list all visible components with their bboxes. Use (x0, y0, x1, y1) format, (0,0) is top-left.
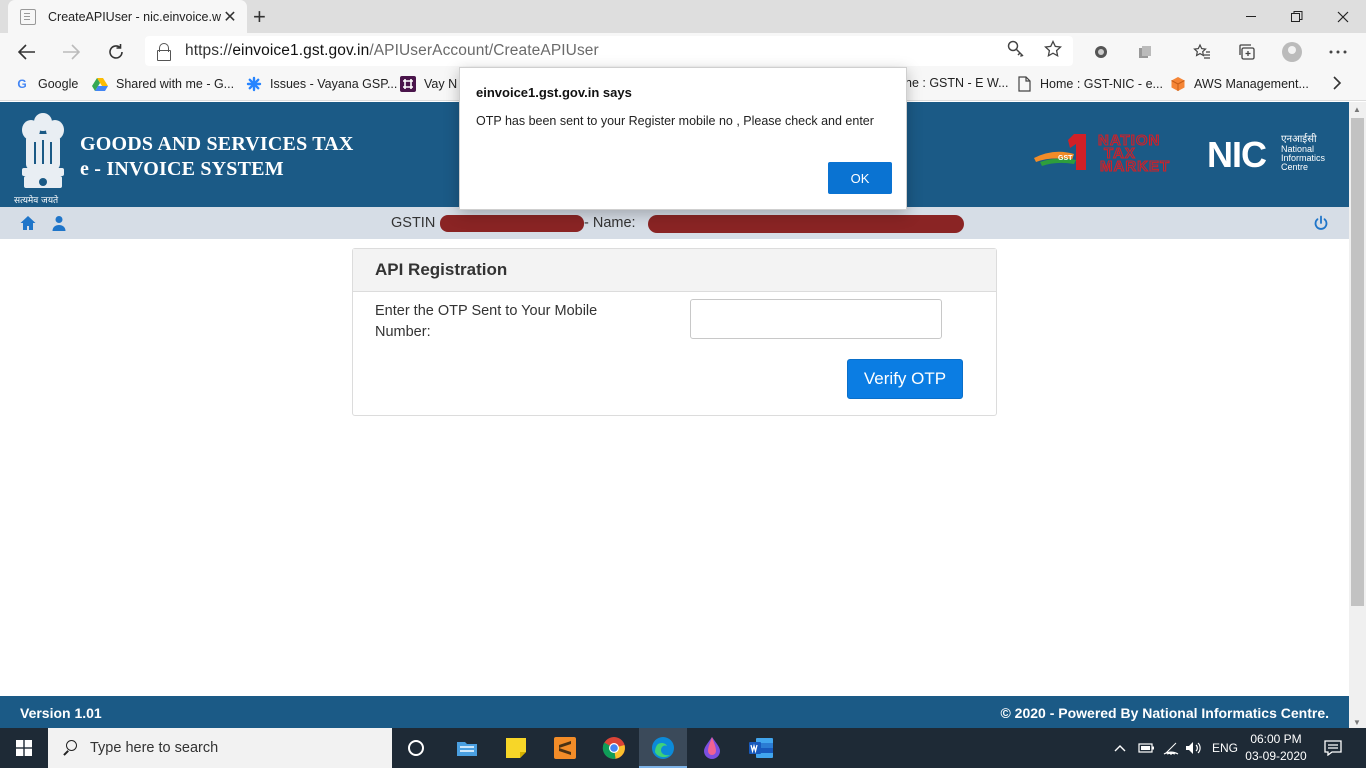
version-text: Version 1.01 (20, 705, 102, 721)
card-title: API Registration (353, 249, 996, 292)
new-tab-button[interactable]: + (253, 4, 266, 30)
cortana-icon[interactable] (392, 728, 440, 768)
nic-letters: NIC (1207, 134, 1267, 172)
bookmark-google[interactable]: G Google (14, 76, 78, 92)
bookmark-slack[interactable]: Vay N (400, 76, 457, 92)
redacted-gstin (440, 215, 584, 232)
api-registration-card: API Registration Enter the OTP Sent to Y… (352, 248, 997, 416)
profile-avatar-icon[interactable] (1281, 41, 1303, 63)
scroll-up-arrow-icon[interactable]: ▲ (1353, 105, 1361, 114)
url-text: https://einvoice1.gst.gov.in/APIUserAcco… (185, 42, 599, 59)
dialog-ok-button[interactable]: OK (828, 162, 892, 194)
aws-icon (1170, 76, 1186, 92)
taskbar-clock[interactable]: 06:00 PM 03-09-2020 (1244, 731, 1308, 765)
extension-icon[interactable] (1090, 41, 1112, 63)
language-indicator[interactable]: ENG (1212, 728, 1238, 768)
copyright-text: © 2020 - Powered By National Informatics… (1000, 705, 1329, 721)
sublime-text-app-icon[interactable] (541, 728, 589, 768)
page-icon (1016, 76, 1032, 92)
wifi-icon[interactable] (1163, 728, 1179, 768)
alert-dialog: einvoice1.gst.gov.in says OTP has been s… (459, 67, 907, 210)
site-footer: Version 1.01 © 2020 - Powered By Nationa… (0, 696, 1349, 728)
nation-tax-market-logo: GST NATION TAX MARKET (1034, 131, 1170, 174)
search-placeholder: Type here to search (90, 740, 219, 756)
nic-sub-centre: Centre (1281, 162, 1308, 172)
collections-extension-icon[interactable] (1134, 41, 1156, 63)
battery-icon[interactable] (1138, 728, 1156, 768)
key-icon[interactable] (1007, 40, 1025, 63)
collections-icon[interactable] (1236, 41, 1258, 63)
more-menu-icon[interactable] (1327, 41, 1349, 63)
redacted-name (648, 215, 964, 233)
file-explorer-app-icon[interactable] (443, 728, 491, 768)
notification-center-icon[interactable] (1324, 728, 1342, 768)
browser-tab-strip: CreateAPIUser - nic.einvoice.web ✕ + (0, 0, 1366, 33)
clock-time: 06:00 PM (1250, 732, 1302, 746)
google-drive-icon (92, 76, 108, 92)
jira-icon (246, 76, 262, 92)
bookmark-aws[interactable]: AWS Management... (1170, 76, 1309, 92)
show-hidden-icons-chevron-icon[interactable] (1114, 728, 1126, 768)
site-title-line1: GOODS AND SERVICES TAX (80, 133, 354, 155)
clock-date: 03-09-2020 (1245, 749, 1307, 763)
dialog-title: einvoice1.gst.gov.in says (476, 85, 632, 100)
browser-toolbar: https://einvoice1.gst.gov.in/APIUserAcco… (0, 33, 1366, 70)
volume-icon[interactable] (1185, 728, 1203, 768)
favorites-icon[interactable] (1191, 41, 1213, 63)
verify-otp-button[interactable]: Verify OTP (847, 359, 963, 399)
browser-tab-active[interactable]: CreateAPIUser - nic.einvoice.web ✕ (8, 0, 247, 33)
paint-app-icon[interactable] (688, 728, 736, 768)
taskbar-search-box[interactable]: Type here to search (48, 728, 392, 768)
nic-logo: NIC एनआईसी National Informatics Centre (1207, 133, 1326, 172)
google-icon: G (17, 77, 27, 91)
forward-button[interactable] (58, 39, 84, 65)
home-icon[interactable] (20, 215, 36, 231)
address-bar[interactable]: https://einvoice1.gst.gov.in/APIUserAcco… (145, 36, 1073, 66)
sticky-notes-app-icon[interactable] (492, 728, 540, 768)
logout-power-icon[interactable] (1313, 215, 1329, 231)
user-info-bar: GSTIN - Name: (0, 207, 1349, 239)
page-scrollbar[interactable]: ▲ ▼ (1349, 102, 1366, 728)
user-profile-icon[interactable] (51, 215, 67, 231)
gstin-label: GSTIN (391, 215, 436, 231)
bookmarks-overflow-chevron-icon[interactable] (1332, 76, 1342, 90)
national-emblem-logo: सत्यमेव जयते (14, 108, 72, 206)
lock-icon (157, 43, 171, 61)
search-icon (62, 740, 78, 756)
favorite-star-icon[interactable] (1044, 39, 1062, 63)
windows-taskbar: Type here to search ENG 06:00 PM 03-09-2… (0, 728, 1366, 768)
bookmark-issues-vayana[interactable]: Issues - Vayana GSP... (246, 76, 397, 92)
windows-logo-icon (16, 740, 32, 756)
refresh-button[interactable] (103, 39, 129, 65)
bookmark-google-drive[interactable]: Shared with me - G... (92, 76, 234, 92)
site-title: GOODS AND SERVICES TAX e - INVOICE SYSTE… (80, 132, 354, 182)
otp-label: Enter the OTP Sent to Your Mobile Number… (375, 303, 598, 340)
chrome-app-icon[interactable] (590, 728, 638, 768)
ntm-gst-badge: GST (1058, 155, 1073, 162)
slack-icon (400, 76, 416, 92)
word-app-icon[interactable] (737, 728, 785, 768)
emblem-motto: सत्यमेव जयते (14, 196, 59, 206)
bookmark-gstn-eway[interactable]: ne : GSTN - E W... (905, 76, 1009, 90)
page-icon (20, 8, 36, 25)
name-label: - Name: (584, 215, 636, 231)
bookmark-home-gst-nic[interactable]: Home : GST-NIC - e... (1016, 76, 1163, 92)
scrollbar-thumb[interactable] (1351, 118, 1364, 606)
back-button[interactable] (14, 39, 40, 65)
scroll-down-arrow-icon[interactable]: ▼ (1353, 718, 1361, 727)
site-title-line2: e - INVOICE SYSTEM (80, 158, 284, 180)
dialog-message: OTP has been sent to your Register mobil… (476, 114, 874, 128)
ntm-market-text: MARKET (1100, 158, 1170, 174)
minimize-button[interactable] (1228, 0, 1274, 33)
close-tab-icon[interactable]: ✕ (221, 7, 239, 27)
restore-button[interactable] (1274, 0, 1320, 33)
close-window-button[interactable] (1320, 0, 1366, 33)
edge-app-icon[interactable] (639, 728, 687, 768)
start-button[interactable] (0, 728, 48, 768)
tab-title: CreateAPIUser - nic.einvoice.web (48, 9, 221, 24)
otp-input[interactable] (690, 299, 942, 339)
